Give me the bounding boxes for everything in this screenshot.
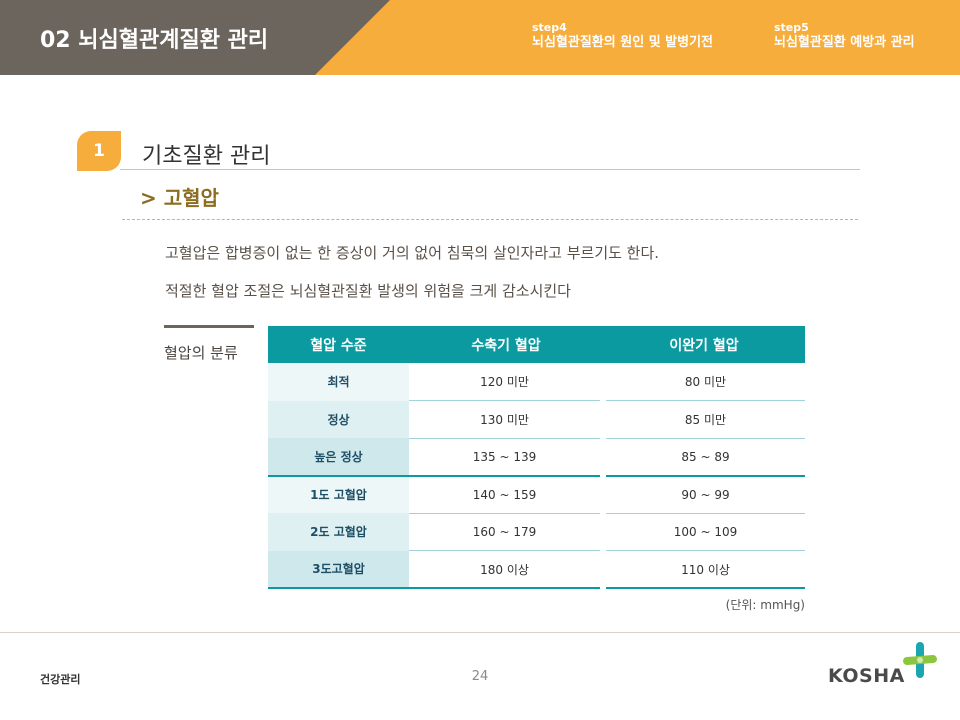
table-row: 3도고혈압 180 이상 110 이상 <box>268 550 805 589</box>
table-row: 정상 130 미만 85 미만 <box>268 400 805 439</box>
classification-label: 혈압의 분류 <box>164 344 238 362</box>
subsection-title: > 고혈압 <box>140 186 219 210</box>
table-row: 최적 120 미만 80 미만 <box>268 363 805 401</box>
diastolic-cell: 90 ~ 99 <box>603 475 805 514</box>
intro-paragraph-2: 적절한 혈압 조절은 뇌심혈관질환 발생의 위험을 크게 감소시킨다 <box>165 282 571 300</box>
dashed-divider <box>122 219 858 220</box>
chapter-title: 02 뇌심혈관계질환 관리 <box>40 28 269 53</box>
step4-label: 뇌심혈관질환의 원인 및 발병기전 <box>532 35 714 50</box>
header-level: 혈압 수준 <box>268 326 409 363</box>
footer-divider <box>0 632 960 633</box>
level-cell: 정상 <box>268 400 409 438</box>
section-divider <box>120 169 860 170</box>
step5-nav[interactable]: step5 뇌심혈관질환 예방과 관리 <box>774 22 915 52</box>
diastolic-cell: 110 이상 <box>603 550 805 589</box>
level-cell: 최적 <box>268 363 409 401</box>
systolic-cell: 130 미만 <box>409 400 606 439</box>
header-bar: 02 뇌심혈관계질환 관리 step4 뇌심혈관질환의 원인 및 발병기전 st… <box>0 0 960 75</box>
kosha-cross-icon <box>903 642 937 678</box>
systolic-cell: 135 ~ 139 <box>409 438 606 477</box>
systolic-cell: 140 ~ 159 <box>409 475 606 514</box>
table-row: 높은 정상 135 ~ 139 85 ~ 89 <box>268 438 805 477</box>
unit-note: (단위: mmHg) <box>725 598 805 612</box>
level-cell: 높은 정상 <box>268 438 409 477</box>
footer-category: 건강관리 <box>40 673 81 686</box>
systolic-cell: 160 ~ 179 <box>409 513 606 551</box>
diastolic-cell: 80 미만 <box>603 363 805 401</box>
diastolic-cell: 100 ~ 109 <box>603 513 805 551</box>
level-cell: 1도 고혈압 <box>268 475 409 513</box>
step5-label: 뇌심혈관질환 예방과 관리 <box>774 35 915 50</box>
table-row: 2도 고혈압 160 ~ 179 100 ~ 109 <box>268 513 805 551</box>
step5-number: step5 <box>774 21 809 34</box>
blood-pressure-table: 혈압 수준 수축기 혈압 이완기 혈압 최적 120 미만 80 미만 정상 1… <box>268 326 805 589</box>
page-number: 24 <box>471 669 489 684</box>
intro-paragraph-1: 고혈압은 합병증이 없는 한 증상이 거의 없어 침묵의 살인자라고 부르기도 … <box>165 244 660 262</box>
systolic-cell: 180 이상 <box>409 550 606 589</box>
diastolic-cell: 85 미만 <box>603 400 805 439</box>
diastolic-cell: 85 ~ 89 <box>603 438 805 477</box>
table-row: 1도 고혈압 140 ~ 159 90 ~ 99 <box>268 475 805 514</box>
header-systolic: 수축기 혈압 <box>409 326 603 363</box>
step4-nav[interactable]: step4 뇌심혈관질환의 원인 및 발병기전 <box>532 22 713 52</box>
step4-number: step4 <box>532 21 567 34</box>
header-diastolic: 이완기 혈압 <box>603 326 805 363</box>
section-number-badge: 1 <box>77 131 121 171</box>
level-cell: 3도고혈압 <box>268 550 409 589</box>
table-header-row: 혈압 수준 수축기 혈압 이완기 혈압 <box>268 326 805 363</box>
systolic-cell: 120 미만 <box>409 363 606 401</box>
kosha-logo: KOSHA <box>828 640 938 690</box>
section-title: 기초질환 관리 <box>142 144 271 169</box>
classification-label-bar <box>164 325 254 328</box>
logo-text: KOSHA <box>828 665 905 687</box>
level-cell: 2도 고혈압 <box>268 513 409 551</box>
